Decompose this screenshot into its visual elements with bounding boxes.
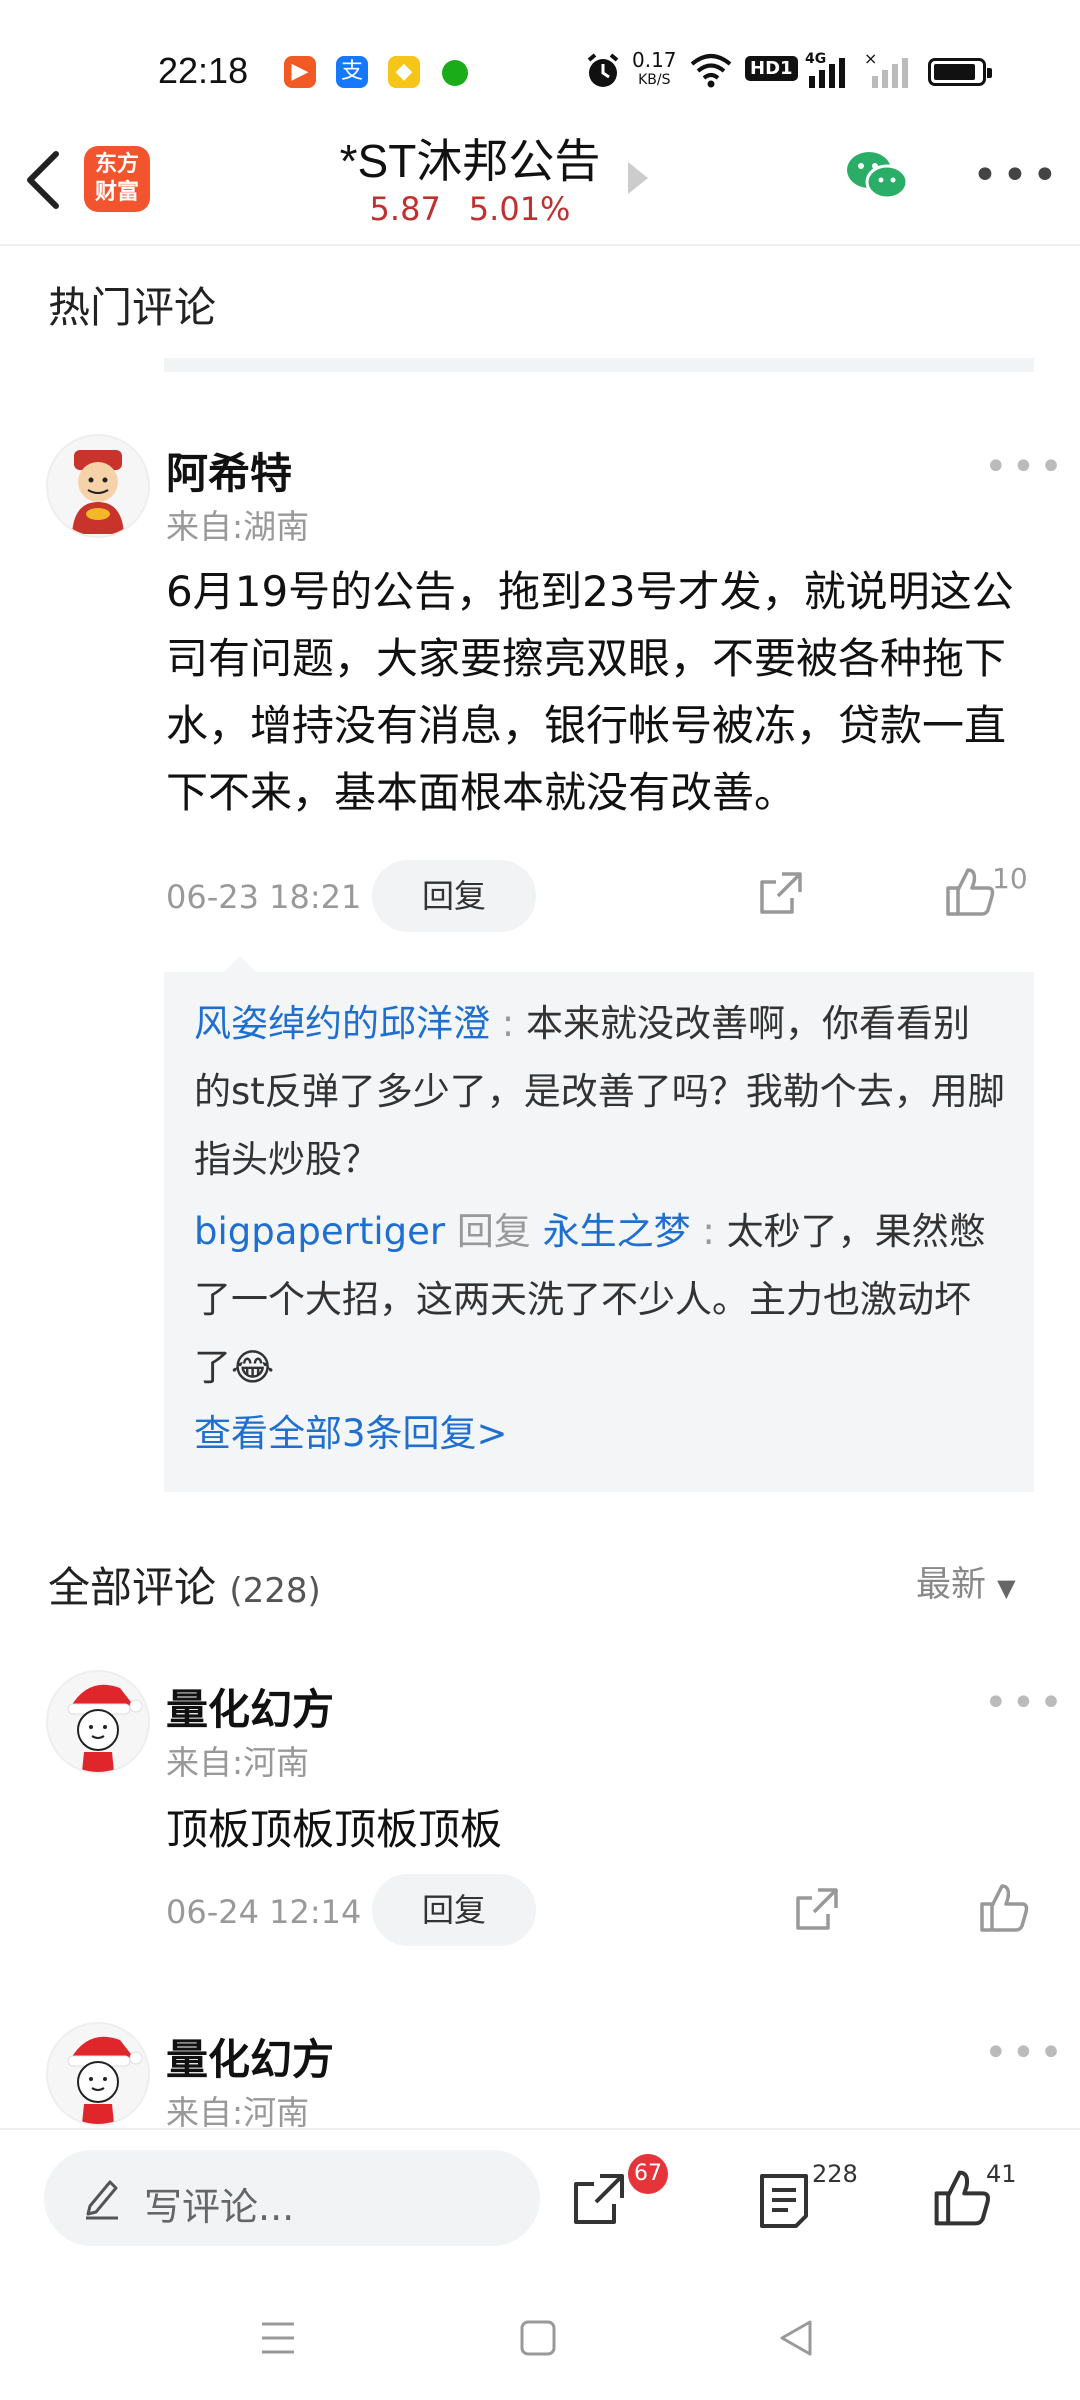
reply-thread: 风姿绰约的邱洋澄 : 本来就没改善啊，你看看别的st反弹了多少了，是改善了吗？我… xyxy=(164,956,1034,1492)
comment-input-placeholder: 写评论... xyxy=(144,2185,295,2229)
sort-label: 最新 xyxy=(916,1565,987,1605)
all-comments-title: 全部评论 (228) xyxy=(48,1554,321,1615)
back-arrow-icon[interactable] xyxy=(20,148,64,212)
reply-author[interactable]: bigpapertiger xyxy=(194,1210,445,1253)
status-bar: 22:18 ▶ 支 ◆ 0.17 KB/S HD1 4G × xyxy=(0,0,1080,120)
svg-text:×: × xyxy=(864,50,877,68)
share-count-badge: 67 xyxy=(628,2154,668,2194)
reply-separator: : xyxy=(490,1002,526,1045)
net-speed-value: 0.17 xyxy=(632,48,677,72)
reply-separator: : xyxy=(690,1210,727,1253)
god-of-wealth-avatar-icon xyxy=(72,450,124,534)
signal-sim2-icon: × xyxy=(864,50,908,88)
comment-location: 来自:河南 xyxy=(166,1743,310,1782)
hd-icon: HD1 xyxy=(745,56,798,81)
pencil-icon xyxy=(86,2180,118,2220)
sort-dropdown[interactable]: 最新 ▼ xyxy=(916,1556,1016,1607)
comment-more-icon[interactable]: ••• xyxy=(984,2030,1067,2076)
wechat-icon[interactable] xyxy=(845,148,909,202)
net-speed-unit: KB/S xyxy=(638,72,671,88)
all-comments-label: 全部评论 xyxy=(48,1563,217,1612)
play-triangle-icon[interactable] xyxy=(626,160,650,196)
comment-location: 来自:河南 xyxy=(166,2093,310,2132)
alarm-icon xyxy=(587,53,619,87)
home-icon[interactable] xyxy=(518,2318,558,2358)
reply-author[interactable]: 风姿绰约的邱洋澄 xyxy=(194,1002,490,1045)
back-triangle-icon[interactable] xyxy=(776,2318,816,2358)
comment-username[interactable]: 阿希特 xyxy=(166,440,292,501)
reply-button[interactable]: 回复 xyxy=(372,1874,536,1946)
share-icon[interactable] xyxy=(756,868,806,918)
divider xyxy=(164,358,1034,372)
reply-item[interactable]: 风姿绰约的邱洋澄 : 本来就没改善啊，你看看别的st反弹了多少了，是改善了吗？我… xyxy=(194,990,1006,1194)
battery-icon xyxy=(928,58,992,86)
logo-text: 东方财富 xyxy=(94,152,139,205)
comment-username[interactable]: 量化幻方 xyxy=(166,1676,334,1737)
alipay-icon: 支 xyxy=(336,56,368,88)
net-speed: 0.17 KB/S xyxy=(632,50,677,90)
view-all-replies-link[interactable]: 查看全部3条回复> xyxy=(194,1400,508,1468)
chat-app-icon xyxy=(442,60,468,86)
reply-button[interactable]: 回复 xyxy=(372,860,536,932)
like-count: 41 xyxy=(986,2160,1017,2188)
santa-hat-avatar-icon xyxy=(67,1684,143,1772)
status-time: 22:18 xyxy=(158,50,249,91)
comment-input[interactable]: 写评论... xyxy=(44,2150,540,2246)
comments-list-icon[interactable] xyxy=(756,2170,812,2230)
comment-more-icon[interactable]: ••• xyxy=(984,444,1067,490)
system-navigation-bar xyxy=(0,2268,1080,2400)
reply-item[interactable]: bigpapertiger 回复 永生之梦 : 太秒了，果然憋了一个大招，这两天… xyxy=(194,1198,1006,1402)
comment-timestamp: 06-24 12:14 xyxy=(166,1893,362,1931)
comment-timestamp: 06-23 18:21 xyxy=(166,878,362,916)
comment-content[interactable]: 顶板顶板顶板顶板 xyxy=(166,1796,502,1863)
avatar[interactable] xyxy=(46,2022,150,2126)
all-comments-count: (228) xyxy=(229,1571,321,1611)
share-icon[interactable] xyxy=(792,1884,842,1934)
share-icon[interactable] xyxy=(570,2170,628,2228)
reply-word: 回复 xyxy=(456,1210,531,1253)
reply-target[interactable]: 永生之梦 xyxy=(543,1210,691,1253)
comment-content[interactable]: 6月19号的公告，拖到23号才发，就说明这公司有问题，大家要擦亮双眼，不要被各种… xyxy=(166,558,1038,826)
like-icon[interactable] xyxy=(932,2168,992,2228)
dropdown-triangle-icon: ▼ xyxy=(997,1574,1016,1602)
like-icon[interactable] xyxy=(978,1882,1030,1934)
signal-4g-icon: 4G xyxy=(805,51,845,88)
hot-comments-title: 热门评论 xyxy=(48,283,217,332)
app-shield-icon: ◆ xyxy=(388,56,420,88)
avatar[interactable] xyxy=(46,1670,150,1774)
eastmoney-logo[interactable]: 东方财富 xyxy=(84,146,150,212)
network-label: 4G xyxy=(805,51,826,67)
wifi-icon xyxy=(690,54,732,88)
stock-price: 5.87 xyxy=(369,190,441,228)
like-icon[interactable] xyxy=(944,866,996,918)
stock-change-percent: 5.01% xyxy=(468,190,571,228)
santa-hat-avatar-icon xyxy=(67,2036,143,2124)
like-count: 10 xyxy=(992,862,1028,895)
app-notification-icon: ▶ xyxy=(284,56,316,88)
more-menu-icon[interactable]: ••• xyxy=(972,150,1062,201)
menu-icon[interactable] xyxy=(258,2320,298,2356)
comment-more-icon[interactable]: ••• xyxy=(984,1680,1067,1726)
avatar[interactable] xyxy=(46,434,150,538)
comment-count: 228 xyxy=(812,2160,858,2188)
comment-username[interactable]: 量化幻方 xyxy=(166,2026,334,2087)
comment-location: 来自:湖南 xyxy=(166,507,310,546)
